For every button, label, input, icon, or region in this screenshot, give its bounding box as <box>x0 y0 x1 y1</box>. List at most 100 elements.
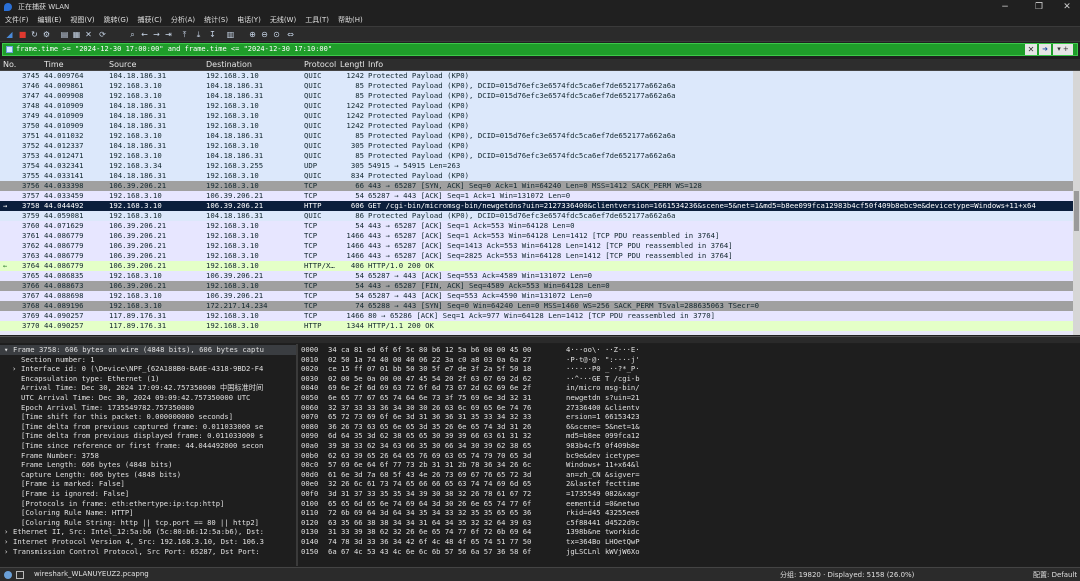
detail-row[interactable]: [Time since reference or first frame: 44… <box>0 441 296 451</box>
hex-row[interactable]: 00d0 61 6e 3d 7a 68 5f 43 4e 26 73 69 67 … <box>298 470 1080 480</box>
detail-row[interactable]: › Internet Protocol Version 4, Src: 192.1… <box>0 537 296 547</box>
profile-label[interactable]: 配置: Default <box>1033 570 1077 580</box>
col-protocol[interactable]: Protocol <box>304 60 336 69</box>
hex-row[interactable]: 0090 6d 64 35 3d 62 38 65 65 30 39 39 66 … <box>298 431 1080 441</box>
packet-row[interactable]: 3745 44.009764 104.18.186.31 192.168.3.10 QU… <box>0 71 1080 81</box>
menu-item[interactable]: 文件(F) <box>5 15 29 25</box>
packet-details-pane[interactable]: ▾ Frame 3758: 606 bytes on wire (4848 bit… <box>0 344 296 566</box>
hex-row[interactable]: 0080 36 26 73 63 65 6e 65 3d 35 26 6e 65 … <box>298 422 1080 432</box>
apply-filter-icon[interactable]: ➜ <box>1039 44 1051 55</box>
minimize-icon[interactable]: − <box>990 0 1020 14</box>
menu-item[interactable]: 电话(Y) <box>237 15 261 25</box>
hex-row[interactable]: 00f0 3d 31 37 33 35 35 34 39 30 38 32 26 … <box>298 489 1080 499</box>
packet-row[interactable]: 3768 44.089196 192.168.3.10 172.217.14.234 T… <box>0 301 1080 311</box>
filter-dropdown-icon[interactable]: ▾ + <box>1053 44 1073 55</box>
hex-row[interactable]: 0000 34 ca 81 ed 6f 6f 5c 80 b6 12 5a b6 … <box>298 345 1080 355</box>
packet-row[interactable]: 3757 44.033459 192.168.3.10 106.39.206.21 TC… <box>0 191 1080 201</box>
colorize-icon[interactable]: ▥ <box>226 30 235 39</box>
hex-row[interactable]: 00e0 32 26 6c 61 73 74 65 66 66 65 63 74 … <box>298 479 1080 489</box>
packet-row[interactable]: 3758 44.044492 192.168.3.10 106.39.206.21 HT… <box>0 201 1080 211</box>
clear-filter-icon[interactable]: ✕ <box>1025 44 1037 55</box>
packet-row[interactable]: 3746 44.009861 192.168.3.10 104.18.186.31 QU… <box>0 81 1080 91</box>
col-length[interactable]: Lengtl <box>340 60 365 69</box>
detail-row[interactable]: › Transmission Control Protocol, Src Port… <box>0 547 296 557</box>
save-icon[interactable]: ▦ <box>72 30 81 39</box>
hex-row[interactable]: 00c0 57 69 6e 64 6f 77 73 2b 31 31 2b 78 … <box>298 460 1080 470</box>
menu-item[interactable]: 编辑(E) <box>38 15 62 25</box>
expert-info-icon[interactable] <box>16 571 24 579</box>
detail-row[interactable]: [Coloring Rule String: http || tcp.port … <box>0 518 296 528</box>
detail-row[interactable]: UTC Arrival Time: Dec 30, 2024 09:09:42.… <box>0 393 296 403</box>
detail-row[interactable]: Frame Number: 3758 <box>0 451 296 461</box>
stop-icon[interactable]: ■ <box>18 30 27 39</box>
packet-row[interactable]: 3759 44.059081 192.168.3.10 104.18.186.31 QU… <box>0 211 1080 221</box>
hex-row[interactable]: 0060 32 37 33 33 36 34 30 30 26 63 6c 69 … <box>298 403 1080 413</box>
packet-row[interactable]: 3766 44.088673 106.39.206.21 192.168.3.10 TC… <box>0 281 1080 291</box>
packet-row[interactable]: 3747 44.009908 192.168.3.10 104.18.186.31 QU… <box>0 91 1080 101</box>
expand-toggle-icon[interactable]: › <box>4 547 13 557</box>
shark-fin-icon[interactable]: ◢ <box>5 30 14 39</box>
expand-toggle-icon[interactable]: › <box>4 527 13 537</box>
resize-columns-icon[interactable]: ⇔ <box>286 30 295 39</box>
reload-icon[interactable]: ⟳ <box>98 30 107 39</box>
back-icon[interactable]: ← <box>140 30 149 39</box>
hex-row[interactable]: 0070 65 72 73 69 6f 6e 3d 31 36 36 31 35 … <box>298 412 1080 422</box>
detail-row[interactable]: [Time shift for this packet: 0.000000000… <box>0 412 296 422</box>
packet-row[interactable]: 3754 44.032341 192.168.3.34 192.168.3.255 UD… <box>0 161 1080 171</box>
col-no[interactable]: No. <box>3 60 16 69</box>
detail-row[interactable]: Epoch Arrival Time: 1735549782.757350000 <box>0 403 296 413</box>
packet-row[interactable]: 3756 44.033398 106.39.206.21 192.168.3.10 TC… <box>0 181 1080 191</box>
detail-row[interactable]: [Time delta from previous displayed fram… <box>0 431 296 441</box>
display-filter-bar[interactable]: frame.time >= "2024-12-30 17:00:00" and … <box>2 43 1078 56</box>
packet-row[interactable]: 3762 44.086779 106.39.206.21 192.168.3.10 TC… <box>0 241 1080 251</box>
packet-row[interactable]: 3755 44.033141 104.18.186.31 192.168.3.10 QU… <box>0 171 1080 181</box>
detail-row[interactable]: [Protocols in frame: eth:ethertype:ip:tc… <box>0 499 296 509</box>
first-icon[interactable]: ⤒ <box>180 30 189 39</box>
go-to-icon[interactable]: ⇥ <box>164 30 173 39</box>
col-destination[interactable]: Destination <box>206 60 252 69</box>
menu-item[interactable]: 分析(A) <box>171 15 195 25</box>
find-icon[interactable]: ⌕ <box>128 30 137 39</box>
packet-row[interactable]: 3749 44.010909 104.18.186.31 192.168.3.10 QU… <box>0 111 1080 121</box>
detail-row[interactable]: › Interface id: 0 (\Device\NPF_{62A188B0-… <box>0 364 296 374</box>
packet-row[interactable]: 3760 44.071629 106.39.206.21 192.168.3.10 TC… <box>0 221 1080 231</box>
menu-item[interactable]: 无线(W) <box>270 15 296 25</box>
detail-row[interactable]: Frame Length: 606 bytes (4848 bits) <box>0 460 296 470</box>
open-icon[interactable]: ▤ <box>60 30 69 39</box>
pane-splitter[interactable] <box>0 336 1080 343</box>
capture-status-icon[interactable] <box>4 571 12 579</box>
zoom-in-icon[interactable]: ⊕ <box>248 30 257 39</box>
menu-item[interactable]: 帮助(H) <box>338 15 363 25</box>
expand-toggle-icon[interactable]: › <box>12 364 21 374</box>
menu-item[interactable]: 统计(S) <box>204 15 228 25</box>
expand-toggle-icon[interactable]: › <box>4 537 13 547</box>
autoscroll-icon[interactable]: ↧ <box>208 30 217 39</box>
menu-item[interactable]: 工具(T) <box>305 15 329 25</box>
detail-row[interactable]: Encapsulation type: Ethernet (1) <box>0 374 296 384</box>
hex-row[interactable]: 0020 ce 15 ff 07 01 bb 50 30 5f e7 de 3f … <box>298 364 1080 374</box>
detail-row[interactable]: ▾ Frame 3758: 606 bytes on wire (4848 bit… <box>0 345 296 355</box>
close-icon[interactable]: ✕ <box>1052 0 1080 14</box>
maximize-icon[interactable]: ❐ <box>1024 0 1054 14</box>
detail-row[interactable]: [Frame is ignored: False] <box>0 489 296 499</box>
hex-row[interactable]: 00a0 39 38 33 62 34 63 66 35 30 66 34 30 … <box>298 441 1080 451</box>
packet-row[interactable]: 3752 44.012337 104.18.186.31 192.168.3.10 QU… <box>0 141 1080 151</box>
hex-row[interactable]: 0040 69 6e 2f 6d 69 63 72 6f 6d 73 67 2d … <box>298 383 1080 393</box>
expand-toggle-icon[interactable]: ▾ <box>4 345 13 355</box>
col-time[interactable]: Time <box>44 60 64 69</box>
detail-row[interactable]: Section number: 1 <box>0 355 296 365</box>
scrollbar-thumb[interactable] <box>1074 191 1079 231</box>
hex-row[interactable]: 0010 02 50 1a 74 40 00 40 06 22 3a c0 a8 … <box>298 355 1080 365</box>
zoom-out-icon[interactable]: ⊖ <box>260 30 269 39</box>
packet-row[interactable]: 3765 44.086835 192.168.3.10 106.39.206.21 TC… <box>0 271 1080 281</box>
packet-row[interactable]: 3769 44.090257 117.89.176.31 192.168.3.10 TC… <box>0 311 1080 321</box>
detail-row[interactable]: › Ethernet II, Src: Intel_12:5a:b6 (5c:80… <box>0 527 296 537</box>
detail-row[interactable]: [Coloring Rule Name: HTTP] <box>0 508 296 518</box>
hex-row[interactable]: 0120 63 35 66 38 38 34 34 31 64 34 35 32 … <box>298 518 1080 528</box>
options-icon[interactable]: ⚙ <box>42 30 51 39</box>
packet-row[interactable]: 3764 44.086779 106.39.206.21 192.168.3.10 HT… <box>0 261 1080 271</box>
col-info[interactable]: Info <box>368 60 383 69</box>
close-file-icon[interactable]: ✕ <box>84 30 93 39</box>
packet-row[interactable]: 3761 44.086779 106.39.206.21 192.168.3.10 TC… <box>0 231 1080 241</box>
bookmark-icon[interactable] <box>6 46 13 53</box>
